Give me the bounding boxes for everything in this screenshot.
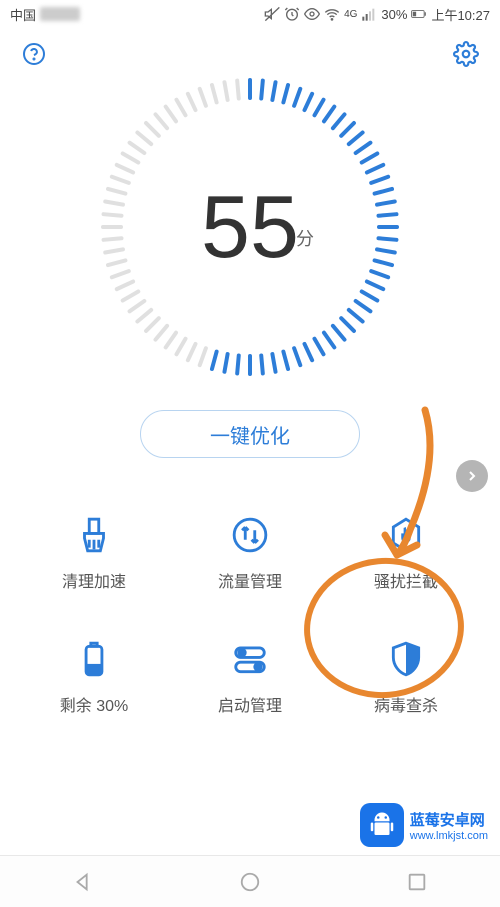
score-unit: 分 [296, 225, 314, 251]
battery-icon [75, 640, 113, 678]
gear-icon [453, 41, 479, 67]
circle-icon [239, 871, 261, 893]
grid-label: 启动管理 [218, 692, 282, 716]
time-label: 上午10:27 [431, 5, 490, 24]
feature-grid: 清理加速 流量管理 骚扰拦截 剩余 30% 启动管理 病毒查杀 [0, 458, 500, 716]
block-hand-icon [387, 516, 425, 554]
battery-label: 30% [381, 7, 407, 22]
nav-bar [0, 855, 500, 907]
mute-icon [264, 6, 280, 22]
eye-icon [304, 6, 320, 22]
chevron-right-icon [464, 468, 480, 484]
blurred-info [40, 7, 80, 21]
settings-button[interactable] [452, 40, 480, 68]
battery-icon [411, 6, 427, 22]
watermark-title: 蓝莓安卓网 [410, 809, 488, 830]
square-icon [406, 871, 428, 893]
grid-label: 剩余 30% [60, 692, 128, 716]
shield-icon [387, 640, 425, 678]
score-gauge-container: 55 分 [0, 78, 500, 376]
help-button[interactable] [20, 40, 48, 68]
data-arrows-icon [231, 516, 269, 554]
watermark: 蓝莓安卓网 www.lmkjst.com [360, 803, 488, 847]
score-value: 55 [201, 183, 299, 271]
carrier-label: 中国 [10, 5, 36, 24]
nav-home[interactable] [220, 862, 280, 902]
triangle-left-icon [72, 871, 94, 893]
expand-button[interactable] [456, 460, 488, 492]
score-gauge: 55 分 [101, 78, 399, 376]
grid-item-startup[interactable]: 启动管理 [172, 638, 328, 716]
question-icon [22, 42, 46, 66]
grid-item-data[interactable]: 流量管理 [172, 514, 328, 592]
grid-item-battery[interactable]: 剩余 30% [16, 638, 172, 716]
broom-icon [75, 516, 113, 554]
signal-icon [361, 6, 377, 22]
grid-label: 清理加速 [62, 568, 126, 592]
grid-item-cleanup[interactable]: 清理加速 [16, 514, 172, 592]
grid-label: 骚扰拦截 [374, 568, 438, 592]
header [0, 28, 500, 72]
optimize-label: 一键优化 [210, 420, 290, 449]
grid-item-virus[interactable]: 病毒查杀 [328, 638, 484, 716]
nav-back[interactable] [53, 862, 113, 902]
optimize-button[interactable]: 一键优化 [140, 410, 360, 458]
grid-label: 流量管理 [218, 568, 282, 592]
grid-label: 病毒查杀 [374, 692, 438, 716]
alarm-icon [284, 6, 300, 22]
toggles-icon [231, 640, 269, 678]
status-bar: 中国 4G 30% 上午10:27 [0, 0, 500, 28]
watermark-badge [360, 803, 404, 847]
network-label: 4G [344, 9, 357, 20]
wifi-icon [324, 6, 340, 22]
android-icon [367, 810, 397, 840]
watermark-url: www.lmkjst.com [410, 830, 488, 842]
grid-item-block[interactable]: 骚扰拦截 [328, 514, 484, 592]
nav-recent[interactable] [387, 862, 447, 902]
